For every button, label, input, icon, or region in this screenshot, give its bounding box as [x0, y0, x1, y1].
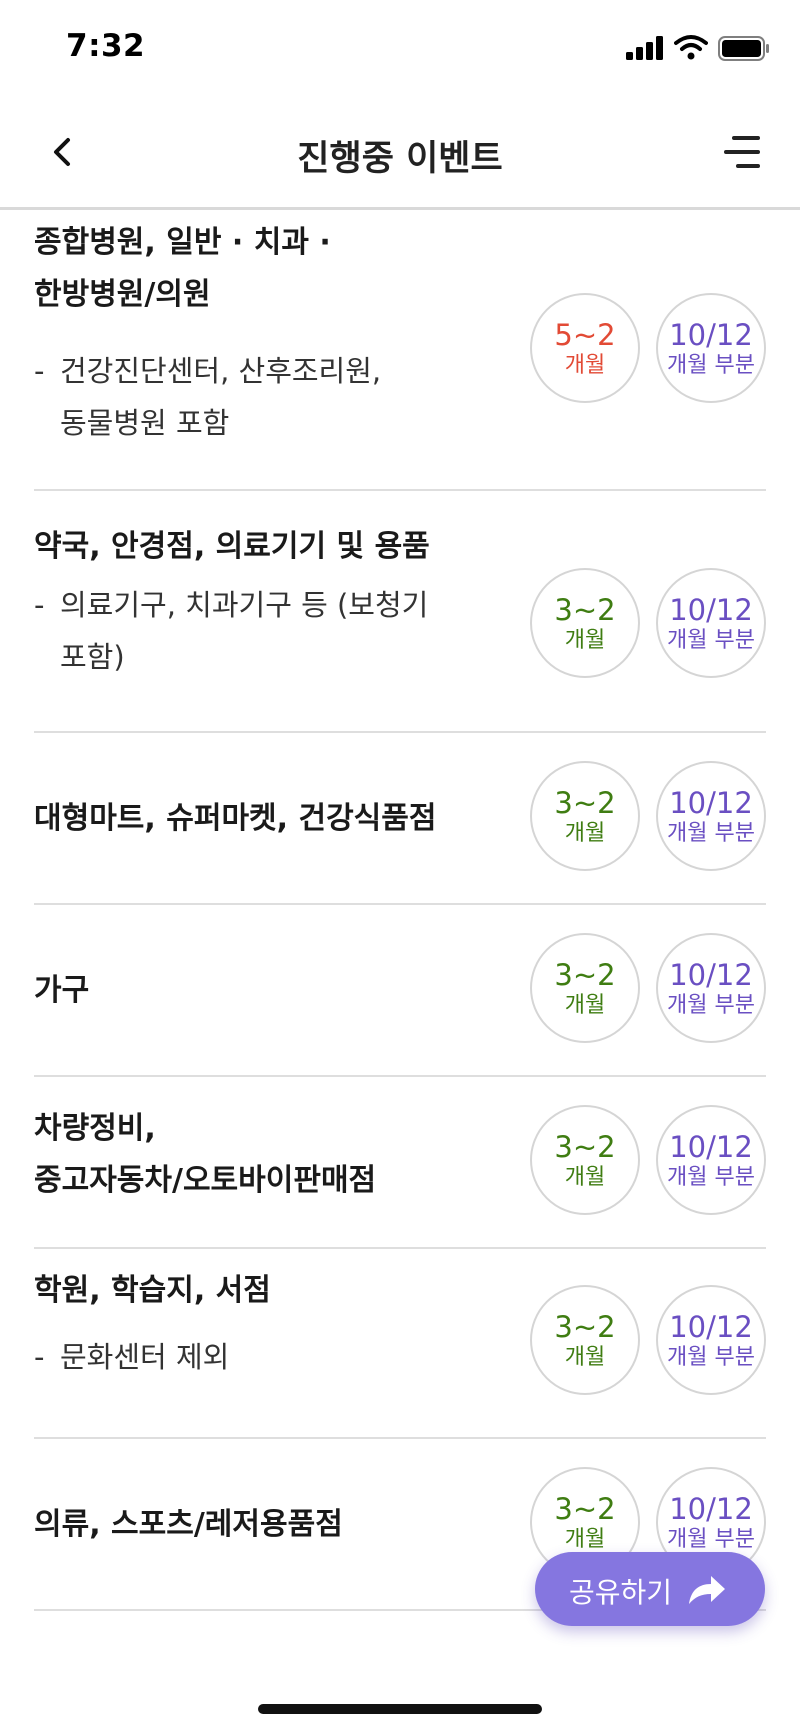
page-title: 진행중 이벤트 — [297, 139, 503, 179]
badge-months: 3~2 — [554, 1130, 616, 1164]
partial-installment-badge: 10/12 개월 부분 — [656, 1285, 766, 1395]
category-list: 종합병원, 일반 · 치과 · 한방병원/의원건강진단센터, 산후조리원, 동물… — [0, 213, 800, 1658]
badge-unit: 개월 부분 — [667, 993, 755, 1018]
status-time: 7:32 — [66, 28, 146, 64]
badge-months: 10/12 — [669, 318, 753, 352]
nav-bar: 진행중 이벤트 — [0, 96, 800, 210]
badge-months: 10/12 — [669, 1130, 753, 1164]
badge-unit: 개월 — [564, 1165, 606, 1190]
item-title: 대형마트, 슈퍼마켓, 건강식품점 — [34, 801, 437, 836]
item-title: 학원, 학습지, 서점 — [34, 1273, 271, 1308]
share-label: 공유하기 — [569, 1576, 673, 1609]
installment-badge: 3~2 개월 — [530, 761, 640, 871]
item-note: 건강진단센터, 산후조리원, 동물병원 포함 — [34, 345, 381, 449]
partial-installment-badge: 10/12 개월 부분 — [656, 761, 766, 871]
badge-unit: 개월 — [564, 1345, 606, 1370]
badge-unit: 개월 부분 — [667, 628, 755, 653]
item-note: 의료기구, 치과기구 등 (보청기 포함) — [34, 579, 428, 683]
partial-installment-badge: 10/12 개월 부분 — [656, 568, 766, 678]
badge-unit: 개월 — [564, 1527, 606, 1552]
badge-unit: 개월 부분 — [667, 1527, 755, 1552]
bottom-area — [0, 1656, 800, 1732]
badge-months: 10/12 — [669, 958, 753, 992]
partial-installment-badge: 10/12 개월 부분 — [656, 1105, 766, 1215]
share-button[interactable]: 공유하기 — [535, 1552, 765, 1626]
item-title: 약국, 안경점, 의료기기 및 용품 — [34, 529, 430, 564]
signal-icon — [626, 36, 664, 60]
badge-unit: 개월 — [564, 993, 606, 1018]
badge-months: 10/12 — [669, 1492, 753, 1526]
item-title: 의류, 스포츠/레저용품점 — [34, 1507, 343, 1542]
badge-months: 3~2 — [554, 593, 616, 627]
battery-icon — [718, 36, 769, 61]
menu-icon[interactable] — [718, 134, 760, 170]
list-item[interactable]: 대형마트, 슈퍼마켓, 건강식품점 3~2 개월 10/12 개월 부분 — [34, 733, 766, 905]
badge-months: 3~2 — [554, 786, 616, 820]
partial-installment-badge: 10/12 개월 부분 — [656, 933, 766, 1043]
badge-months: 3~2 — [554, 1310, 616, 1344]
share-arrow-icon — [689, 1576, 725, 1604]
badge-unit: 개월 부분 — [667, 353, 755, 378]
item-note: 문화센터 제외 — [34, 1331, 229, 1383]
item-title: 종합병원, 일반 · 치과 · 한방병원/의원 — [34, 225, 331, 312]
badge-months: 3~2 — [554, 1492, 616, 1526]
installment-badge: 3~2 개월 — [530, 568, 640, 678]
badge-months: 10/12 — [669, 593, 753, 627]
badge-months: 5~2 — [554, 318, 616, 352]
badge-unit: 개월 부분 — [667, 1165, 755, 1190]
partial-installment-badge: 10/12 개월 부분 — [656, 293, 766, 403]
badge-months: 10/12 — [669, 786, 753, 820]
home-indicator — [258, 1704, 542, 1714]
badge-unit: 개월 부분 — [667, 1345, 755, 1370]
installment-badge: 5~2 개월 — [530, 293, 640, 403]
installment-badge: 3~2 개월 — [530, 1285, 640, 1395]
list-item[interactable]: 가구 3~2 개월 10/12 개월 부분 — [34, 905, 766, 1077]
item-title: 가구 — [34, 973, 90, 1008]
badge-unit: 개월 — [564, 353, 606, 378]
status-bar: 7:32 — [0, 0, 800, 96]
badge-months: 10/12 — [669, 1310, 753, 1344]
installment-badge: 3~2 개월 — [530, 933, 640, 1043]
badge-unit: 개월 부분 — [667, 821, 755, 846]
badge-unit: 개월 — [564, 628, 606, 653]
wifi-icon — [674, 35, 708, 60]
badge-months: 3~2 — [554, 958, 616, 992]
item-title: 차량정비, 중고자동차/오토바이판매점 — [34, 1111, 377, 1198]
badge-unit: 개월 — [564, 821, 606, 846]
list-item[interactable]: 종합병원, 일반 · 치과 · 한방병원/의원건강진단센터, 산후조리원, 동물… — [34, 213, 766, 491]
list-item[interactable]: 약국, 안경점, 의료기기 및 용품의료기구, 치과기구 등 (보청기 포함) 3… — [34, 491, 766, 733]
list-item[interactable]: 학원, 학습지, 서점문화센터 제외3~2개월10/12개월 부분 — [34, 1249, 766, 1439]
installment-badge: 3~2 개월 — [530, 1105, 640, 1215]
list-item[interactable]: 차량정비, 중고자동차/오토바이판매점 3~2 개월 10/12 개월 부분 — [34, 1077, 766, 1249]
